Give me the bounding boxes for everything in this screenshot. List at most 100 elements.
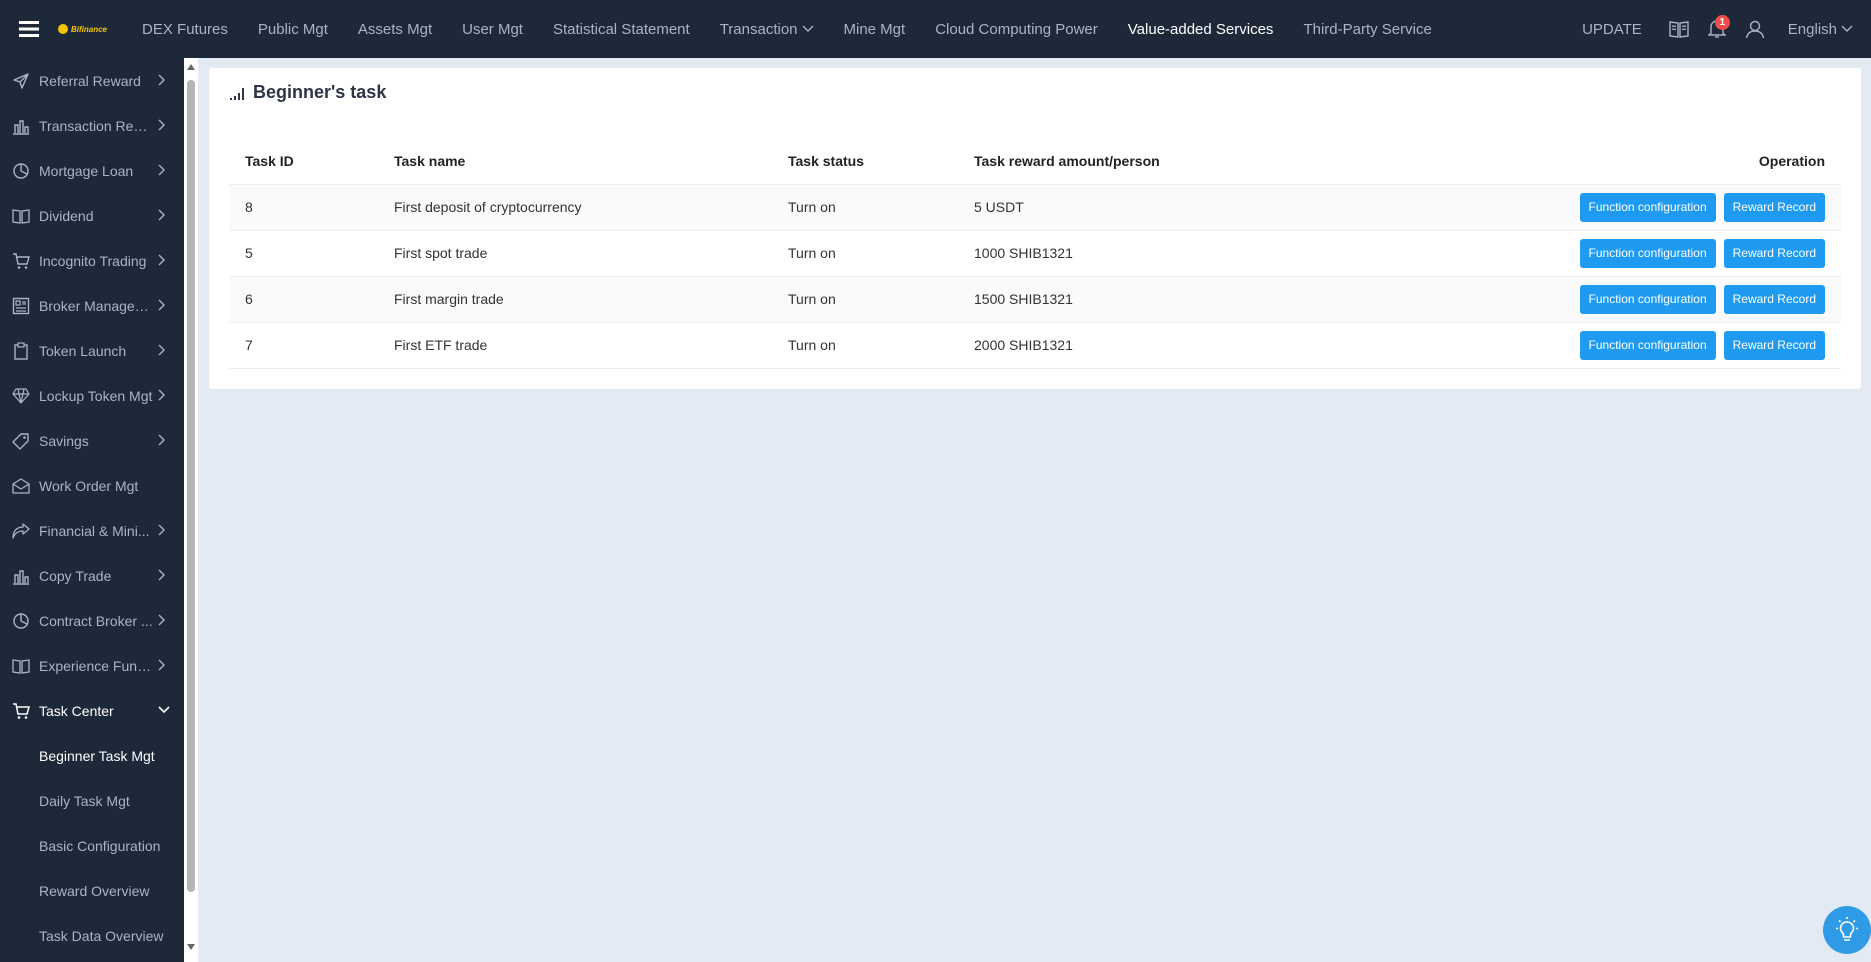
page-title: Beginner's task	[253, 82, 387, 102]
sidebar-item-copy-trade[interactable]: Copy Trade	[0, 553, 184, 598]
user-icon	[1745, 20, 1764, 39]
sidebar-item-experience-funding[interactable]: Experience Fundi...	[0, 643, 184, 688]
nav-public-mgt[interactable]: Public Mgt	[243, 0, 343, 58]
grid-icon	[11, 296, 31, 316]
function-configuration-button[interactable]: Function configuration	[1579, 238, 1716, 268]
user-profile-button[interactable]	[1736, 0, 1774, 58]
nav-value-added-services[interactable]: Value-added Services	[1113, 0, 1289, 58]
book-icon	[11, 656, 31, 676]
reward-record-button[interactable]: Reward Record	[1723, 284, 1825, 314]
diamond-icon	[11, 386, 31, 406]
sidebar-item-label: Copy Trade	[39, 567, 112, 584]
cell-task-reward: 1500 SHIB1321	[958, 276, 1458, 323]
sidebar-menu: Referral Reward Transaction Rewa... Mort…	[0, 58, 184, 958]
function-configuration-button[interactable]: Function configuration	[1579, 192, 1716, 222]
nav-third-party-service[interactable]: Third-Party Service	[1288, 0, 1446, 58]
chevron-right-icon	[158, 254, 165, 266]
nav-mine-mgt[interactable]: Mine Mgt	[829, 0, 921, 58]
sidebar-item-work-order-mgt[interactable]: Work Order Mgt	[0, 463, 184, 508]
cell-task-reward: 2000 SHIB1321	[958, 322, 1458, 369]
pie-chart-icon	[11, 161, 31, 181]
sidebar-item-label: Financial & Mini...	[39, 522, 150, 539]
task-table: Task ID Task name Task status Task rewar…	[229, 138, 1841, 369]
nav-assets-mgt[interactable]: Assets Mgt	[343, 0, 447, 58]
logo[interactable]: Bifinance	[58, 24, 107, 34]
cell-operation: Function configuration Reward Record	[1458, 184, 1841, 231]
menu-toggle-button[interactable]	[0, 0, 58, 58]
table-row: 8 First deposit of cryptocurrency Turn o…	[229, 184, 1841, 231]
chevron-down-icon	[158, 706, 170, 714]
scroll-up-arrow-icon[interactable]	[187, 64, 195, 70]
column-header-task-reward: Task reward amount/person	[958, 138, 1458, 185]
sidebar-item-savings[interactable]: Savings	[0, 418, 184, 463]
sidebar-subitem-task-data-overview[interactable]: Task Data Overview	[0, 913, 184, 958]
sidebar-item-lockup-token-mgt[interactable]: Lockup Token Mgt	[0, 373, 184, 418]
nav-statistical-statement[interactable]: Statistical Statement	[538, 0, 705, 58]
nav-user-mgt[interactable]: User Mgt	[447, 0, 538, 58]
reward-record-button[interactable]: Reward Record	[1723, 238, 1825, 268]
cell-task-name: First deposit of cryptocurrency	[378, 184, 772, 231]
sidebar-item-transaction-reward[interactable]: Transaction Rewa...	[0, 103, 184, 148]
sidebar-item-referral-reward[interactable]: Referral Reward	[0, 58, 184, 103]
cell-task-status: Turn on	[772, 276, 958, 323]
sidebar-subitem-beginner-task-mgt[interactable]: Beginner Task Mgt	[0, 733, 184, 778]
nav-dex-futures[interactable]: DEX Futures	[127, 0, 243, 58]
chevron-right-icon	[158, 119, 165, 131]
envelope-icon	[11, 476, 31, 496]
language-selector[interactable]: English	[1788, 21, 1853, 38]
help-tips-button[interactable]	[1823, 906, 1871, 954]
cell-task-status: Turn on	[772, 322, 958, 369]
cell-operation: Function configuration Reward Record	[1458, 276, 1841, 323]
card-header: Beginner's task	[229, 82, 386, 103]
bar-chart-icon	[11, 566, 31, 586]
sidebar-item-token-launch[interactable]: Token Launch	[0, 328, 184, 373]
nav-cloud-computing-power[interactable]: Cloud Computing Power	[920, 0, 1113, 58]
sidebar-subitem-reward-overview[interactable]: Reward Overview	[0, 868, 184, 913]
sidebar-item-task-center[interactable]: Task Center	[0, 688, 184, 733]
column-header-task-status: Task status	[772, 138, 958, 185]
cart-icon	[11, 701, 31, 721]
reward-record-button[interactable]: Reward Record	[1723, 330, 1825, 360]
chevron-right-icon	[158, 524, 165, 536]
docs-button[interactable]	[1660, 0, 1698, 58]
sidebar-item-label: Lockup Token Mgt	[39, 387, 153, 404]
chevron-right-icon	[158, 209, 165, 221]
function-configuration-button[interactable]: Function configuration	[1579, 330, 1716, 360]
sidebar-subitem-daily-task-mgt[interactable]: Daily Task Mgt	[0, 778, 184, 823]
sidebar-item-label: Referral Reward	[39, 72, 141, 89]
function-configuration-button[interactable]: Function configuration	[1579, 284, 1716, 314]
sidebar-subitem-basic-configuration[interactable]: Basic Configuration	[0, 823, 184, 868]
chevron-right-icon	[158, 74, 165, 86]
scroll-down-arrow-icon[interactable]	[187, 944, 195, 950]
scrollbar-thumb[interactable]	[187, 80, 195, 892]
cell-task-id: 5	[229, 230, 378, 277]
bar-chart-icon	[11, 116, 31, 136]
update-button[interactable]: UPDATE	[1582, 21, 1642, 38]
sidebar-item-contract-broker[interactable]: Contract Broker ...	[0, 598, 184, 643]
cell-task-name: First margin trade	[378, 276, 772, 323]
sidebar-item-financial-mining[interactable]: Financial & Mini...	[0, 508, 184, 553]
reward-record-button[interactable]: Reward Record	[1723, 192, 1825, 222]
book-icon	[11, 206, 31, 226]
notifications-button[interactable]: 1	[1698, 0, 1736, 58]
sidebar-item-mortgage-loan[interactable]: Mortgage Loan	[0, 148, 184, 193]
chevron-right-icon	[158, 164, 165, 176]
pie-chart-icon	[11, 611, 31, 631]
chevron-right-icon	[158, 569, 165, 581]
sidebar-item-broker-management[interactable]: Broker Managem...	[0, 283, 184, 328]
menu-icon	[19, 21, 39, 37]
sidebar-scrollbar[interactable]	[184, 58, 198, 962]
chevron-right-icon	[158, 659, 165, 671]
send-icon	[11, 71, 31, 91]
sidebar-item-label: Contract Broker ...	[39, 612, 153, 629]
chevron-right-icon	[158, 299, 165, 311]
share-icon	[11, 521, 31, 541]
sidebar-item-label: Experience Fundi...	[39, 657, 157, 674]
nav-transaction[interactable]: Transaction	[705, 0, 829, 58]
column-header-task-name: Task name	[378, 138, 772, 185]
sidebar-item-incognito-trading[interactable]: Incognito Trading	[0, 238, 184, 283]
sidebar-item-dividend[interactable]: Dividend	[0, 193, 184, 238]
book-icon	[1669, 21, 1689, 38]
cell-task-status: Turn on	[772, 230, 958, 277]
cell-task-reward: 5 USDT	[958, 184, 1458, 231]
